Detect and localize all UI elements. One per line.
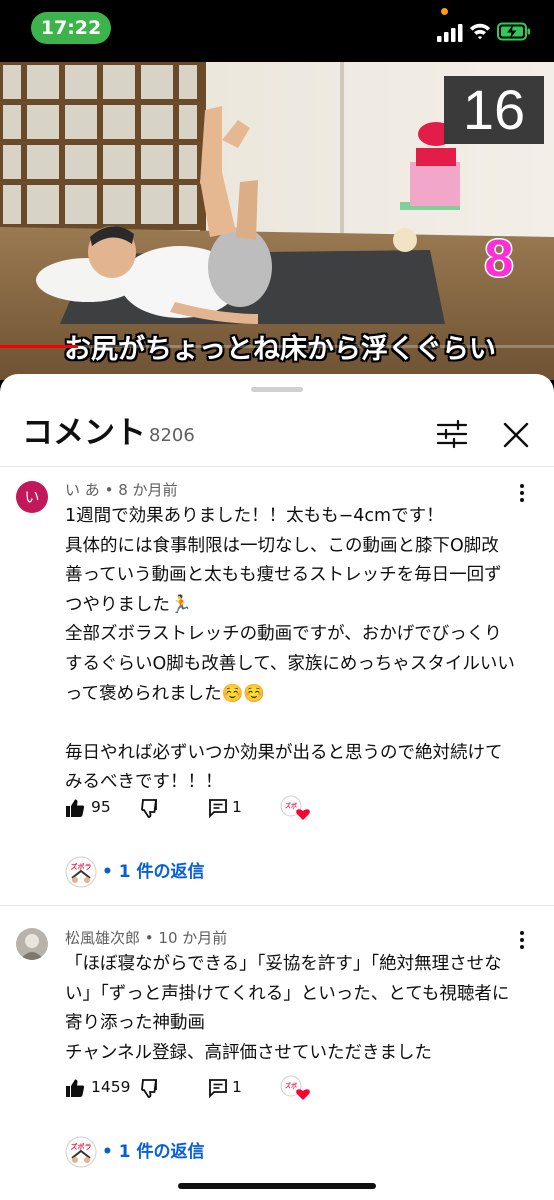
reply-comment-icon[interactable] <box>208 798 228 818</box>
video-player[interactable]: 16 8 お尻がちょっとね床から浮くぐらい <box>0 62 554 380</box>
thread-divider <box>0 905 554 906</box>
battery-charging-icon <box>497 22 530 41</box>
comments-title: コメント <box>22 415 146 451</box>
avatar[interactable] <box>16 928 48 960</box>
avatar[interactable]: い <box>16 481 48 513</box>
creator-heart-icon: ズボ <box>280 1075 310 1100</box>
meta-separator: • <box>144 929 159 947</box>
status-bar: 17:22 <box>0 0 554 62</box>
rep-number-overlay: 8 <box>483 229 515 290</box>
comment-author[interactable]: い あ <box>65 481 100 499</box>
creator-heart-icon: ズボ <box>280 795 310 820</box>
home-indicator[interactable] <box>178 1183 376 1189</box>
status-time: 17:22 <box>31 12 111 44</box>
comment-author[interactable]: 松風雄次郎 <box>65 929 140 947</box>
sort-filter-icon[interactable] <box>432 418 472 450</box>
comment-time: 8 か月前 <box>118 481 178 499</box>
like-count: 1459 <box>91 1078 131 1096</box>
comment-time: 10 か月前 <box>158 929 228 947</box>
creator-avatar: ズボラ <box>65 856 97 888</box>
thumbs-up-icon[interactable] <box>65 1078 85 1098</box>
reply-comment-icon[interactable] <box>208 1078 228 1098</box>
like-count: 95 <box>91 798 111 816</box>
thumbs-down-icon[interactable] <box>141 1078 161 1098</box>
view-replies-label: • 1 件の返信 <box>102 862 205 882</box>
meta-separator: • <box>104 481 119 499</box>
thumbs-up-icon[interactable] <box>65 798 85 818</box>
rep-counter-overlay: 16 <box>444 76 544 144</box>
creator-avatar: ズボラ <box>65 1136 97 1168</box>
reply-count: 1 <box>232 798 242 816</box>
comment-body: 「ほぼ寝ながらできる」「妥協を許す」「絶対無理させない」「ずっと声掛けてくれる」… <box>65 954 510 1063</box>
comment-actions: 95 1 ズボ <box>65 794 365 822</box>
video-progress-fill <box>0 345 78 348</box>
creator-badge-text: ズボラ <box>71 862 92 871</box>
close-icon[interactable] <box>498 417 534 453</box>
sheet-drag-handle[interactable] <box>251 387 303 392</box>
view-replies-button[interactable]: ズボラ • 1 件の返信 <box>65 1136 265 1170</box>
svg-text:ズボ: ズボ <box>285 802 297 810</box>
privacy-indicator-dot <box>441 8 448 15</box>
more-options-icon[interactable] <box>510 928 534 952</box>
comment-actions: 1459 1 ズボ <box>65 1074 365 1102</box>
wifi-icon <box>470 23 490 40</box>
comment-body: 1週間で効果ありました！！太もも−4cmです！ 具体的には食事制限は一切なし、こ… <box>65 506 515 793</box>
comments-count: 8206 <box>149 425 195 446</box>
header-divider <box>0 466 554 467</box>
thumbs-down-icon[interactable] <box>141 798 161 818</box>
comment-meta: 松風雄次郎 • 10 か月前 <box>65 928 227 948</box>
svg-text:ズボ: ズボ <box>285 1082 297 1090</box>
view-replies-label: • 1 件の返信 <box>102 1142 205 1162</box>
video-caption: お尻がちょっとね床から浮くぐらい <box>64 334 496 365</box>
avatar-letter: い <box>16 481 48 513</box>
video-progress-bar[interactable] <box>0 345 554 348</box>
avatar-image <box>16 928 48 960</box>
cellular-signal-icon <box>437 24 463 42</box>
view-replies-button[interactable]: ズボラ • 1 件の返信 <box>65 856 265 890</box>
reply-count: 1 <box>232 1078 242 1096</box>
creator-badge-text: ズボラ <box>71 1142 92 1151</box>
comment-meta: い あ • 8 か月前 <box>65 480 178 500</box>
